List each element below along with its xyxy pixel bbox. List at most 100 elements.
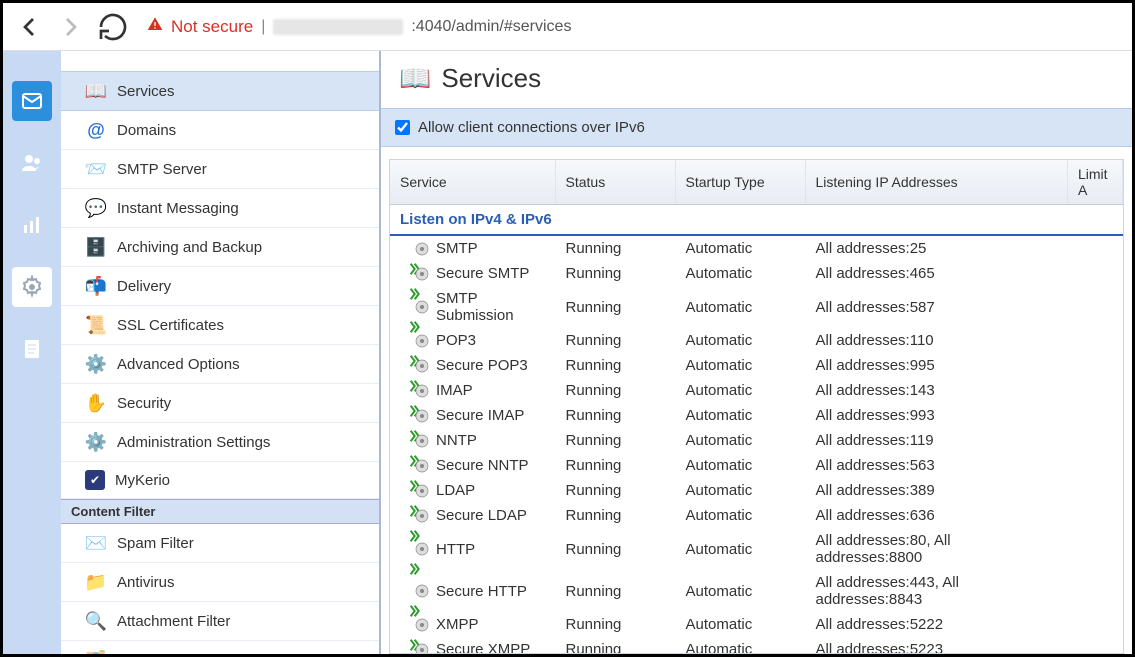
sidebar-item-label: Antivirus	[117, 574, 175, 591]
table-row[interactable]: Secure IMAPRunningAutomaticAll addresses…	[390, 403, 1123, 428]
mykerio-icon: ✔	[85, 470, 105, 490]
sidebar-item-admin[interactable]: ⚙️ Administration Settings	[61, 423, 379, 462]
sidebar-item-smtp[interactable]: 📨 SMTP Server	[61, 150, 379, 189]
certificate-icon: 📜	[85, 314, 107, 336]
table-row[interactable]: IMAPRunningAutomaticAll addresses:143	[390, 378, 1123, 403]
table-row[interactable]: NNTPRunningAutomaticAll addresses:119	[390, 428, 1123, 453]
col-service[interactable]: Service	[390, 160, 555, 205]
cell-listen: All addresses:80, All addresses:8800	[805, 528, 1068, 570]
sidebar-item-ssl[interactable]: 📜 SSL Certificates	[61, 306, 379, 345]
table-row[interactable]: Secure HTTPRunningAutomaticAll addresses…	[390, 570, 1123, 612]
table-row[interactable]: HTTP RunningAutomaticAll addresses:80, Al…	[390, 528, 1123, 570]
cell-service: Secure IMAP	[436, 407, 524, 424]
attachment-filter-icon: 🔍	[85, 610, 107, 632]
sidebar-item-label: Attachment Filter	[117, 613, 230, 630]
table-row[interactable]: SMTPRunningAutomaticAll addresses:25	[390, 235, 1123, 261]
forward-button[interactable]	[55, 11, 87, 43]
sidebar-item-advanced[interactable]: ⚙️ Advanced Options	[61, 345, 379, 384]
rail-mail-button[interactable]	[12, 81, 52, 121]
cell-startup: Automatic	[675, 261, 805, 286]
table-row[interactable]: Secure LDAPRunningAutomaticAll addresses…	[390, 503, 1123, 528]
cell-startup: Automatic	[675, 503, 805, 528]
sidebar-item-delivery[interactable]: 📬 Delivery	[61, 267, 379, 306]
col-listen[interactable]: Listening IP Addresses	[805, 160, 1068, 205]
cell-limit	[1068, 428, 1123, 453]
sidebar-item-attachment-filter[interactable]: 🔍 Attachment Filter	[61, 602, 379, 641]
col-limit[interactable]: Limit A	[1068, 160, 1123, 205]
reload-button[interactable]	[97, 11, 129, 43]
rail-settings-button[interactable]	[12, 267, 52, 307]
ipv6-checkbox[interactable]	[395, 120, 410, 135]
table-row[interactable]: LDAPRunningAutomaticAll addresses:389	[390, 478, 1123, 503]
cell-status: Running	[555, 261, 675, 286]
cell-listen: All addresses:636	[805, 503, 1068, 528]
service-gear-icon	[414, 583, 430, 599]
cell-service: XMPP	[436, 616, 479, 633]
hand-stop-icon: ✋	[85, 392, 107, 414]
cell-startup: Automatic	[675, 570, 805, 612]
cell-listen: All addresses:143	[805, 378, 1068, 403]
table-row[interactable]: Secure XMPPRunningAutomaticAll addresses…	[390, 637, 1123, 654]
cell-status: Running	[555, 428, 675, 453]
cell-service: LDAP	[436, 482, 475, 499]
cell-listen: All addresses:5222	[805, 612, 1068, 637]
cell-service: IMAP	[436, 382, 473, 399]
cell-status: Running	[555, 528, 675, 570]
sidebar-item-im[interactable]: 💬 Instant Messaging	[61, 189, 379, 228]
redacted-host	[273, 19, 403, 35]
service-gear-icon	[414, 483, 430, 499]
sidebar-item-message-filters[interactable]: 🗂️ Message Filters	[61, 641, 379, 654]
cell-status: Running	[555, 235, 675, 261]
cell-startup: Automatic	[675, 528, 805, 570]
sidebar-item-mykerio[interactable]: ✔ MyKerio	[61, 462, 379, 499]
address-bar[interactable]: Not secure | :4040/admin/#services	[139, 16, 1122, 37]
cell-service: NNTP	[436, 432, 477, 449]
service-gear-icon	[414, 458, 430, 474]
table-row[interactable]: Secure SMTPRunningAutomaticAll addresses…	[390, 261, 1123, 286]
browser-toolbar: Not secure | :4040/admin/#services	[3, 3, 1132, 51]
page-title: 📖 Services	[381, 51, 1132, 108]
sidebar-item-services[interactable]: 📖 Services	[61, 71, 379, 111]
cell-status: Running	[555, 353, 675, 378]
table-row[interactable]: XMPP RunningAutomaticAll addresses:5222	[390, 612, 1123, 637]
cell-startup: Automatic	[675, 235, 805, 261]
table-row[interactable]: POP3RunningAutomaticAll addresses:110	[390, 328, 1123, 353]
service-gear-icon	[414, 433, 430, 449]
cell-service: Secure SMTP	[436, 265, 529, 282]
back-button[interactable]	[13, 11, 45, 43]
cell-listen: All addresses:5223	[805, 637, 1068, 654]
sidebar-item-domains[interactable]: @ Domains	[61, 111, 379, 150]
sidebar-item-spam-filter[interactable]: ✉️ Spam Filter	[61, 524, 379, 563]
cell-startup: Automatic	[675, 478, 805, 503]
col-startup[interactable]: Startup Type	[675, 160, 805, 205]
cell-listen: All addresses:993	[805, 403, 1068, 428]
service-gear-icon	[414, 541, 430, 557]
cell-limit	[1068, 503, 1123, 528]
cell-status: Running	[555, 453, 675, 478]
cell-service: Secure XMPP	[436, 641, 530, 654]
cell-limit	[1068, 235, 1123, 261]
rail-stats-button[interactable]	[12, 205, 52, 245]
cell-startup: Automatic	[675, 353, 805, 378]
cell-status: Running	[555, 637, 675, 654]
rail-notes-button[interactable]	[12, 329, 52, 369]
cell-service: SMTP	[436, 240, 478, 257]
cell-limit	[1068, 637, 1123, 654]
sidebar-item-antivirus[interactable]: 📁 Antivirus	[61, 563, 379, 602]
not-secure-label: Not secure	[171, 17, 253, 37]
table-row[interactable]: SMTP SubmissionRunningAutomaticAll addre…	[390, 286, 1123, 328]
cell-status: Running	[555, 612, 675, 637]
cell-startup: Automatic	[675, 453, 805, 478]
antivirus-icon: 📁	[85, 571, 107, 593]
sidebar-item-archive[interactable]: 🗄️ Archiving and Backup	[61, 228, 379, 267]
rail-users-button[interactable]	[12, 143, 52, 183]
col-status[interactable]: Status	[555, 160, 675, 205]
cell-service: Secure HTTP	[436, 583, 527, 600]
cell-service: HTTP	[436, 541, 475, 558]
separator: |	[261, 18, 265, 36]
table-row[interactable]: Secure POP3RunningAutomaticAll addresses…	[390, 353, 1123, 378]
sidebar-item-security[interactable]: ✋ Security	[61, 384, 379, 423]
cell-startup: Automatic	[675, 612, 805, 637]
service-gear-icon	[414, 358, 430, 374]
table-row[interactable]: Secure NNTPRunningAutomaticAll addresses…	[390, 453, 1123, 478]
